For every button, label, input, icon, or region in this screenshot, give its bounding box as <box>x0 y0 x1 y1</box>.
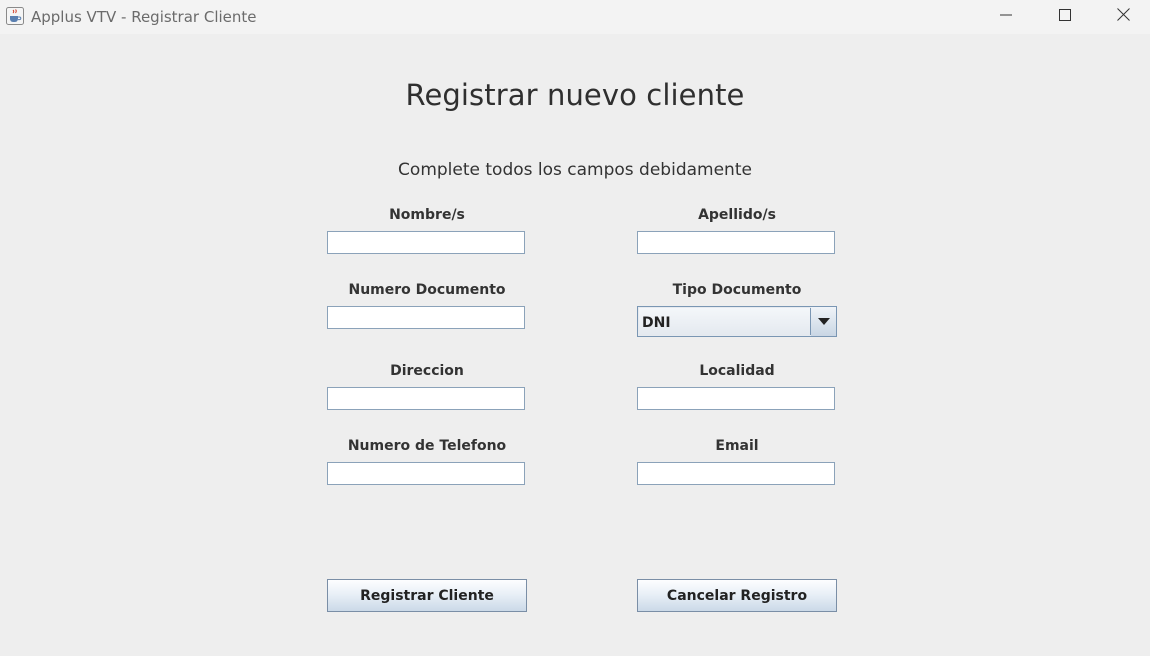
localidad-input[interactable] <box>637 387 835 410</box>
direccion-input[interactable] <box>327 387 525 410</box>
nombre-label: Nombre/s <box>389 207 465 223</box>
tipo-documento-select[interactable]: DNI <box>637 306 837 337</box>
numero-documento-label: Numero Documento <box>348 282 506 298</box>
apellido-label: Apellido/s <box>698 207 776 223</box>
tipo-documento-label: Tipo Documento <box>672 282 802 298</box>
minimize-icon <box>1000 8 1012 26</box>
title-bar[interactable]: Applus VTV - Registrar Cliente <box>0 0 1150 34</box>
cancelar-registro-button[interactable]: Cancelar Registro <box>637 579 837 612</box>
email-label: Email <box>715 438 759 454</box>
nombre-input[interactable] <box>327 231 525 254</box>
minimize-button[interactable] <box>977 0 1035 34</box>
app-window: Applus VTV - Registrar Cliente Registrar… <box>0 0 1150 656</box>
registrar-cliente-button[interactable]: Registrar Cliente <box>327 579 527 612</box>
java-coffee-icon <box>6 7 24 25</box>
tipo-documento-value: DNI <box>639 308 811 335</box>
chevron-down-icon <box>817 313 830 331</box>
telefono-input[interactable] <box>327 462 525 485</box>
apellido-input[interactable] <box>637 231 835 254</box>
page-title: Registrar nuevo cliente <box>405 78 745 112</box>
tipo-documento-dropdown-button[interactable] <box>811 307 836 336</box>
maximize-icon <box>1059 8 1071 26</box>
numero-documento-input[interactable] <box>327 306 525 329</box>
email-input[interactable] <box>637 462 835 485</box>
localidad-label: Localidad <box>699 363 775 379</box>
page-subtitle: Complete todos los campos debidamente <box>398 160 752 180</box>
window-title: Applus VTV - Registrar Cliente <box>31 8 257 26</box>
direccion-label: Direccion <box>390 363 464 379</box>
maximize-button[interactable] <box>1036 0 1094 34</box>
close-icon <box>1116 8 1130 26</box>
close-button[interactable] <box>1094 0 1150 34</box>
telefono-label: Numero de Telefono <box>347 438 507 454</box>
